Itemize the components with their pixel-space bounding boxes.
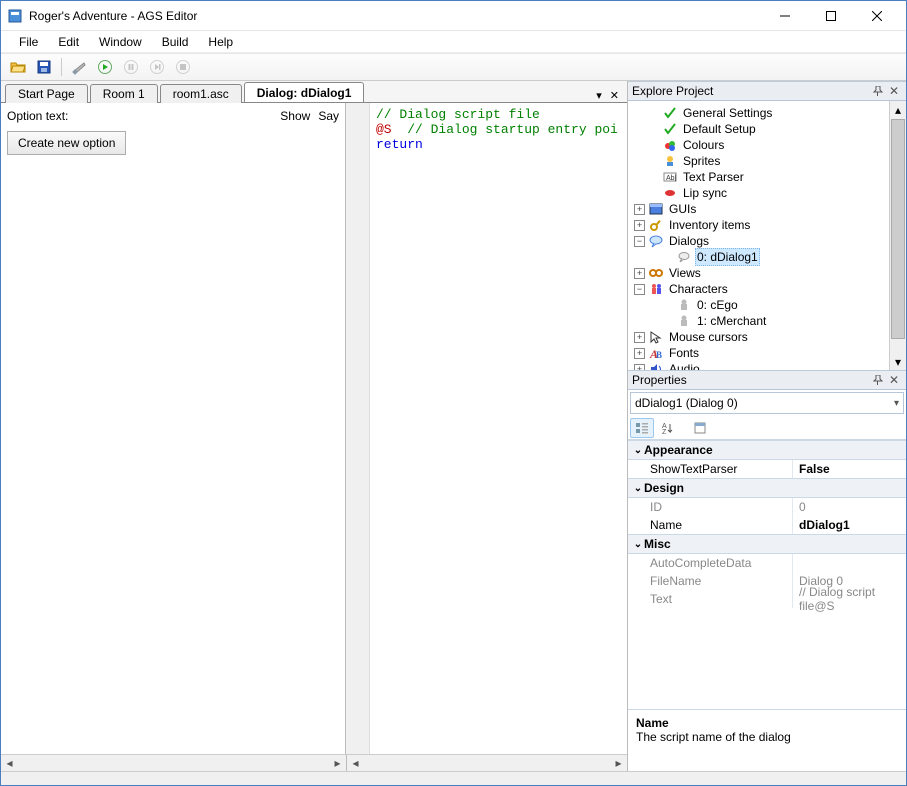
tab-list-button[interactable]: ▾ — [594, 89, 604, 102]
tree-general: General Settings — [630, 105, 887, 121]
project-tree[interactable]: General Settings Default Setup Colours S… — [628, 101, 889, 370]
properties-toolbar: AZ — [628, 416, 906, 440]
panel-close-icon[interactable]: ✕ — [886, 83, 902, 99]
tab-start-page[interactable]: Start Page — [5, 84, 88, 103]
menu-help[interactable]: Help — [198, 33, 243, 51]
properties-title: Properties — [632, 373, 870, 387]
main-area: Start Page Room 1 room1.asc Dialog: dDia… — [1, 81, 906, 771]
prop-id: ID0 — [628, 498, 906, 516]
dialog-editor: Option text: Show Say Create new option … — [1, 103, 627, 754]
stop-button[interactable] — [172, 56, 194, 78]
option-text-label: Option text: — [7, 109, 272, 123]
categorized-button[interactable] — [630, 418, 654, 438]
alphabetical-button[interactable]: AZ — [656, 418, 680, 438]
menu-build[interactable]: Build — [152, 33, 199, 51]
toolbar — [1, 53, 906, 81]
tab-dialog[interactable]: Dialog: dDialog1 — [244, 82, 365, 102]
prop-text: Text// Dialog script file@S — [628, 590, 906, 608]
tree-char0: 0: cEgo — [630, 297, 887, 313]
create-option-button[interactable]: Create new option — [7, 131, 126, 155]
property-pages-button[interactable] — [688, 418, 712, 438]
tree-lipsync: Lip sync — [630, 185, 887, 201]
tree-guis: +GUIs — [630, 201, 887, 217]
editor-area: Start Page Room 1 room1.asc Dialog: dDia… — [1, 81, 628, 771]
script-text[interactable]: // Dialog script file @S // Dialog start… — [370, 103, 627, 754]
svg-text:B: B — [656, 350, 662, 360]
script-hscrollbar[interactable]: ◂▸ — [346, 754, 627, 771]
window-title: Roger's Adventure - AGS Editor — [29, 9, 762, 23]
step-button[interactable] — [146, 56, 168, 78]
menu-window[interactable]: Window — [89, 33, 152, 51]
side-panels: Explore Project ✕ General Settings Defau… — [628, 81, 906, 771]
status-bar — [1, 771, 906, 785]
tree-sprites: Sprites — [630, 153, 887, 169]
menu-file[interactable]: File — [9, 33, 48, 51]
options-hscrollbar[interactable]: ◂▸ — [1, 754, 346, 771]
explorer-header[interactable]: Explore Project ✕ — [628, 81, 906, 101]
script-gutter — [346, 103, 370, 754]
tree-fonts: +ABFonts — [630, 345, 887, 361]
tree-default: Default Setup — [630, 121, 887, 137]
save-button[interactable] — [33, 56, 55, 78]
pin-icon[interactable] — [870, 372, 886, 388]
open-button[interactable] — [7, 56, 29, 78]
properties-grid[interactable]: ⌄Appearance ShowTextParserFalse ⌄Design … — [628, 440, 906, 709]
build-button[interactable] — [68, 56, 90, 78]
properties-header[interactable]: Properties ✕ — [628, 370, 906, 390]
tree-cursors: +Mouse cursors — [630, 329, 887, 345]
run-button[interactable] — [94, 56, 116, 78]
prop-autocomplete: AutoCompleteData — [628, 554, 906, 572]
panel-close-icon[interactable]: ✕ — [886, 372, 902, 388]
tree-colours: Colours — [630, 137, 887, 153]
show-column-header: Show — [280, 109, 310, 123]
category-appearance: ⌄Appearance — [628, 440, 906, 460]
window-close-button[interactable] — [854, 2, 900, 30]
pause-button[interactable] — [120, 56, 142, 78]
prop-showtextparser: ShowTextParserFalse — [628, 460, 906, 478]
svg-text:Ab|: Ab| — [666, 175, 677, 182]
tree-char1: 1: cMerchant — [630, 313, 887, 329]
prop-name: NamedDialog1 — [628, 516, 906, 534]
editor-hscroll-row: ◂▸ ◂▸ — [1, 754, 627, 771]
tree-textparser: Ab|Text Parser — [630, 169, 887, 185]
property-description: Name The script name of the dialog — [628, 709, 906, 771]
tab-room1[interactable]: Room 1 — [90, 84, 158, 103]
say-column-header: Say — [318, 109, 339, 123]
svg-text:Z: Z — [662, 429, 667, 435]
toolbar-separator — [61, 58, 62, 76]
tree-characters: −Characters — [630, 281, 887, 297]
explorer-title: Explore Project — [632, 84, 870, 98]
tree-dialog0: 0: dDialog1 — [630, 249, 887, 265]
tree-inventory: +Inventory items — [630, 217, 887, 233]
properties-object-name: dDialog1 (Dialog 0) — [635, 396, 738, 410]
menu-bar: File Edit Window Build Help — [1, 31, 906, 53]
category-design: ⌄Design — [628, 478, 906, 498]
window-maximize-button[interactable] — [808, 2, 854, 30]
properties-object-selector[interactable]: dDialog1 (Dialog 0) ▾ — [630, 392, 904, 414]
window-titlebar: Roger's Adventure - AGS Editor — [1, 1, 906, 31]
menu-edit[interactable]: Edit — [48, 33, 89, 51]
tree-dialogs: −Dialogs — [630, 233, 887, 249]
dialog-options-panel: Option text: Show Say Create new option — [1, 103, 346, 754]
window-minimize-button[interactable] — [762, 2, 808, 30]
tree-views: +Views — [630, 265, 887, 281]
chevron-down-icon: ▾ — [894, 398, 899, 409]
tab-close-button[interactable]: ✕ — [608, 89, 621, 102]
pin-icon[interactable] — [870, 83, 886, 99]
tab-room1-asc[interactable]: room1.asc — [160, 84, 242, 103]
category-misc: ⌄Misc — [628, 534, 906, 554]
document-tabs: Start Page Room 1 room1.asc Dialog: dDia… — [1, 81, 627, 103]
tree-audio: +Audio — [630, 361, 887, 370]
app-icon — [7, 8, 23, 24]
script-pane[interactable]: // Dialog script file @S // Dialog start… — [346, 103, 627, 754]
explorer-vscrollbar[interactable]: ▴ ▾ — [889, 101, 906, 370]
